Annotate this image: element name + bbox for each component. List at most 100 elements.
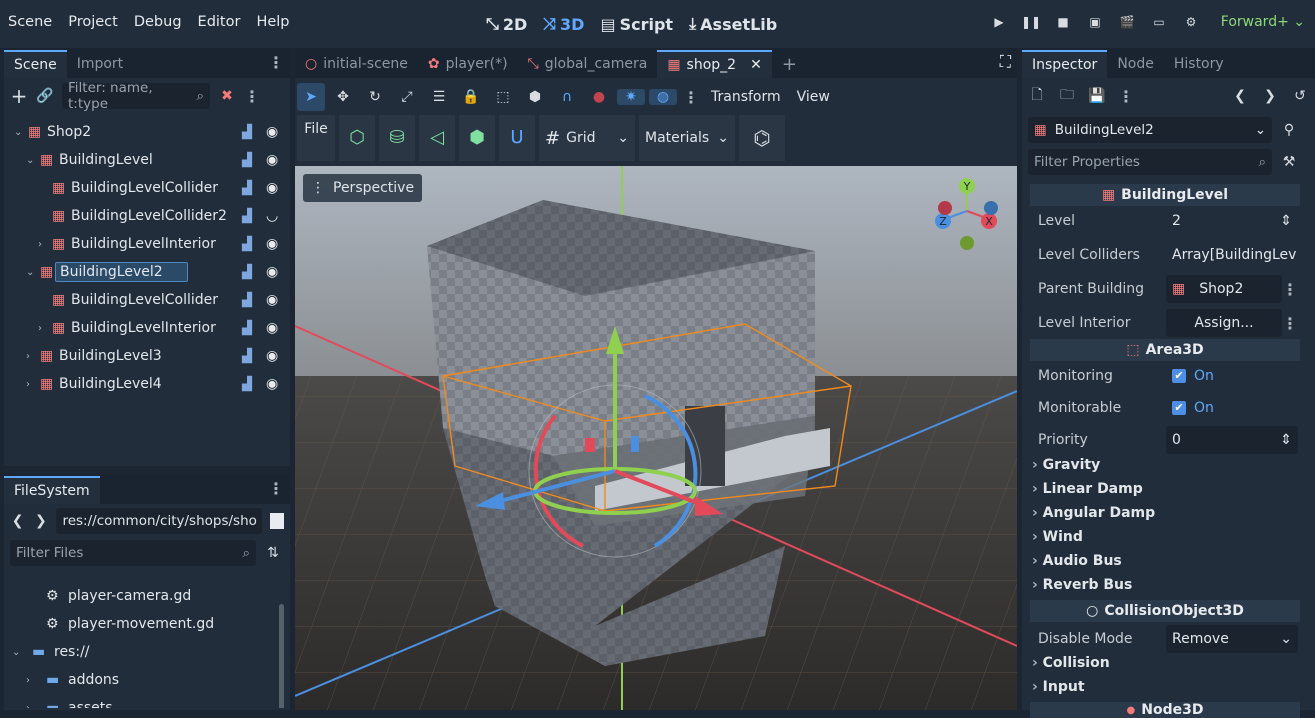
save-icon[interactable]: 💾 [1088, 88, 1106, 104]
materials-menu[interactable]: Materials ⌄ [639, 115, 735, 161]
node-selector[interactable]: ▦ BuildingLevel2 ⌄ [1028, 117, 1272, 143]
tab-filesystem[interactable]: FileSystem [4, 476, 100, 504]
workspace-script-button[interactable]: ▤ Script [600, 15, 673, 34]
history-forward-icon[interactable]: ❯ [1261, 88, 1279, 104]
move-tool-icon[interactable]: ✥ [329, 89, 357, 105]
chevron-right-icon[interactable]: › [38, 239, 48, 250]
eye-icon[interactable]: ◉ [266, 264, 278, 280]
scene-tab[interactable]: ⤡ global_camera [518, 50, 658, 78]
colliders-array-button[interactable]: Array[BuildingLev [1166, 241, 1298, 269]
open-folder-icon[interactable]: 🗀 [1058, 84, 1076, 108]
perspective-menu[interactable]: ⋮ Perspective [303, 174, 423, 202]
scene-tree-row[interactable]: ⌄ ▦ BuildingLevel ▟ ◉ [4, 146, 290, 174]
viewport-more-icon[interactable]: ⋮ [681, 88, 701, 107]
scene-tree-row[interactable]: › ▦ BuildingLevel4 ▟ ◉ [4, 370, 290, 398]
filesystem-scrollbar[interactable] [279, 604, 284, 708]
sort-icon[interactable]: ⇅ [264, 545, 282, 561]
property-filter-input[interactable]: Filter Properties ⌕ [1028, 149, 1272, 175]
new-resource-icon[interactable]: 🗋 [1028, 84, 1046, 108]
menu-project[interactable]: Project [60, 14, 126, 30]
environment-icon[interactable]: ◍ [649, 89, 677, 105]
preview-sun-icon[interactable]: ● [585, 89, 613, 105]
chevron-right-icon[interactable]: › [26, 703, 36, 709]
eye-icon[interactable]: ◉ [266, 180, 278, 196]
level-spinbox[interactable]: 2 ⇕ [1166, 207, 1298, 235]
grid-menu[interactable]: # Grid ⌄ [539, 115, 635, 161]
group-audio-bus[interactable]: › Audio Bus [1032, 553, 1122, 569]
group-icon[interactable]: ⬚ [489, 89, 517, 105]
forward-icon[interactable]: ❯ [33, 513, 48, 529]
object-properties-icon[interactable]: ⚲ [1280, 122, 1298, 138]
sun-icon[interactable]: ✷ [617, 89, 645, 105]
lock-icon[interactable]: 🔒 [457, 89, 485, 105]
distraction-free-icon[interactable]: ⛶ [1000, 52, 1011, 72]
files-filter-input[interactable]: Filter Files ⌕ [10, 540, 256, 566]
scene-tab[interactable]: ▦ shop_2 ✕ [657, 50, 772, 78]
path-field[interactable]: res://common/city/shops/sho [56, 508, 263, 534]
scene-filter-input[interactable]: Filter: name, t:type ⌕ [62, 80, 210, 112]
list-item[interactable]: ⚙ player-movement.gd [4, 610, 290, 638]
eye-icon[interactable]: ◉ [266, 236, 278, 252]
csg-cylinder-icon[interactable]: ⛁ [379, 115, 415, 161]
eye-icon[interactable]: ◉ [266, 348, 278, 364]
3d-viewport[interactable]: Y Z X ⋮ Perspective [295, 166, 1017, 710]
chevron-right-icon[interactable]: › [26, 351, 36, 362]
rotate-tool-icon[interactable]: ↻ [361, 89, 389, 105]
monitorable-checkbox[interactable]: ✔ On [1166, 394, 1298, 422]
section-collision-object3d[interactable]: ○ CollisionObject3D [1030, 600, 1300, 622]
tab-scene[interactable]: Scene [4, 50, 67, 78]
workspace-2d-button[interactable]: ⤡ 2D [486, 14, 527, 34]
remote-debug-icon[interactable]: ▣ [1084, 10, 1106, 34]
add-node-icon[interactable]: + [10, 84, 28, 108]
list-item[interactable] [4, 568, 290, 582]
tab-inspector[interactable]: Inspector [1022, 50, 1108, 78]
assign-button[interactable]: Assign... [1166, 309, 1282, 337]
priority-spinbox[interactable]: 0 ⇕ [1166, 426, 1298, 454]
play-icon[interactable]: ▶ [988, 10, 1010, 34]
script-icon[interactable]: ▟ [242, 265, 252, 280]
script-icon[interactable]: ▟ [242, 209, 252, 224]
script-icon[interactable]: ▟ [242, 237, 252, 252]
group-gravity[interactable]: › Gravity [1032, 457, 1100, 473]
local-space-icon[interactable]: ⬢ [521, 89, 549, 105]
parent-more-icon[interactable]: ⋮ [1282, 280, 1298, 299]
section-area3d[interactable]: ⬚ Area3D [1030, 339, 1300, 361]
eye-icon[interactable]: ◉ [266, 376, 278, 392]
scene-dock-menu-icon[interactable]: ⋮ [262, 53, 290, 78]
script-remove-icon[interactable]: ✖ [218, 88, 236, 104]
history-back-icon[interactable]: ❮ [1231, 88, 1249, 104]
add-tab-icon[interactable]: + [772, 50, 807, 78]
eye-icon[interactable]: ◉ [266, 152, 278, 168]
scene-tab[interactable]: ○ initial-scene [295, 50, 418, 78]
list-item[interactable]: › ▬ addons [4, 666, 290, 694]
view-menu[interactable]: View [797, 89, 830, 105]
csg-box-icon[interactable]: ⬡ [339, 115, 375, 161]
movie-maker-icon[interactable]: ⚙ [1180, 10, 1202, 34]
scene-tree-row[interactable]: › ▦ BuildingLevelInterior ▟ ◉ [4, 230, 290, 258]
menu-debug[interactable]: Debug [126, 14, 190, 30]
chevron-right-icon[interactable]: › [26, 379, 36, 390]
script-icon[interactable]: ▟ [242, 349, 252, 364]
scene-tree-row[interactable]: › ▦ BuildingLevel3 ▟ ◉ [4, 342, 290, 370]
renderer-select[interactable]: Forward+ ⌄ [1221, 14, 1305, 30]
inspector-more-icon[interactable]: ⋮ [1118, 87, 1134, 106]
scene-tree-row[interactable]: › ▦ BuildingLevelInterior ▟ ◉ [4, 314, 290, 342]
cyclops-icon[interactable]: ⌬ [739, 115, 785, 161]
group-collision[interactable]: › Collision [1032, 655, 1110, 671]
file-menu[interactable]: File [297, 115, 335, 161]
eye-closed-icon[interactable]: ◡ [266, 208, 278, 224]
eye-icon[interactable]: ◉ [266, 320, 278, 336]
tab-import[interactable]: Import [67, 50, 133, 78]
list-select-icon[interactable]: ☰ [425, 89, 453, 105]
scene-tree-row[interactable]: ▦ BuildingLevelCollider2 ▟ ◡ [4, 202, 290, 230]
scale-tool-icon[interactable]: ⤢ [393, 89, 421, 105]
group-linear-damp[interactable]: › Linear Damp [1032, 481, 1143, 497]
menu-help[interactable]: Help [248, 14, 297, 30]
split-mode-icon[interactable] [270, 513, 284, 529]
parent-building-button[interactable]: ▦ Shop2 [1166, 275, 1282, 303]
scene-more-icon[interactable]: ⋮ [244, 87, 260, 106]
select-tool-icon[interactable]: ➤ [297, 83, 325, 111]
scene-tree-row[interactable]: ⌄ ▦ BuildingLevel2 ▟ ◉ [4, 258, 290, 286]
scene-tab[interactable]: ✿ player(*) [418, 50, 518, 78]
play-scene-icon[interactable]: 🎬 [1116, 10, 1138, 34]
